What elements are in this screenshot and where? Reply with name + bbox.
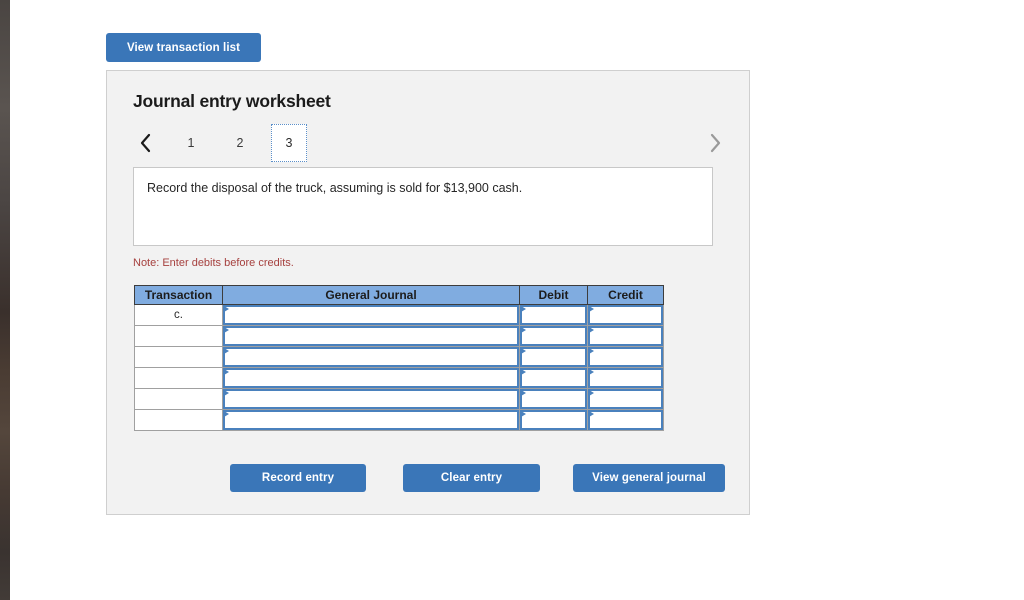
debit-input[interactable] [520, 410, 587, 430]
chevron-right-icon[interactable] [703, 124, 727, 162]
column-header-credit: Credit [587, 285, 664, 305]
cell-marker-triangle-icon [589, 369, 594, 375]
credit-input[interactable] [588, 368, 663, 388]
transaction-cell: c. [134, 304, 223, 326]
transaction-cell [134, 346, 223, 368]
cell-marker-triangle-icon [224, 306, 229, 312]
cell-marker-triangle-icon [589, 390, 594, 396]
table-header-row: Transaction General Journal Debit Credit [134, 285, 664, 305]
instruction-text: Record the disposal of the truck, assumi… [147, 181, 523, 195]
debit-input[interactable] [520, 389, 587, 409]
debit-cell [519, 388, 588, 410]
credit-input[interactable] [588, 389, 663, 409]
credit-cell [587, 409, 664, 431]
worksheet-tab-3[interactable]: 3 [271, 124, 307, 162]
journal-entry-table: Transaction General Journal Debit Credit… [134, 285, 664, 431]
table-row [134, 367, 664, 389]
cell-marker-triangle-icon [521, 390, 526, 396]
screenshot-left-edge-strip [0, 0, 10, 600]
worksheet-pager: 1 2 3 [133, 124, 725, 164]
debits-before-credits-note: Note: Enter debits before credits. [133, 257, 294, 269]
cell-marker-triangle-icon [224, 369, 229, 375]
worksheet-tab-1[interactable]: 1 [173, 124, 209, 162]
debit-cell [519, 304, 588, 326]
credit-cell [587, 325, 664, 347]
cell-marker-triangle-icon [589, 348, 594, 354]
debit-input[interactable] [520, 347, 587, 367]
credit-input[interactable] [588, 305, 663, 325]
page-canvas: View transaction list Journal entry work… [10, 0, 1024, 600]
general-journal-input[interactable] [223, 410, 519, 430]
column-header-debit: Debit [519, 285, 588, 305]
general-journal-cell [222, 388, 520, 410]
credit-cell [587, 346, 664, 368]
cell-marker-triangle-icon [521, 327, 526, 333]
instruction-box: Record the disposal of the truck, assumi… [133, 167, 713, 246]
table-row [134, 325, 664, 347]
credit-cell [587, 304, 664, 326]
table-row [134, 409, 664, 431]
cell-marker-triangle-icon [521, 369, 526, 375]
page-title: Journal entry worksheet [133, 91, 331, 111]
worksheet-tab-label: 1 [187, 136, 195, 150]
credit-cell [587, 367, 664, 389]
transaction-cell [134, 325, 223, 347]
transaction-cell [134, 409, 223, 431]
table-row: c. [134, 304, 664, 326]
worksheet-tabs: 1 2 3 [173, 124, 320, 162]
general-journal-cell [222, 325, 520, 347]
debit-cell [519, 367, 588, 389]
general-journal-cell [222, 304, 520, 326]
cell-marker-triangle-icon [589, 306, 594, 312]
cell-marker-triangle-icon [521, 411, 526, 417]
general-journal-input[interactable] [223, 305, 519, 325]
worksheet-tab-2[interactable]: 2 [222, 124, 258, 162]
worksheet-tab-label: 3 [285, 136, 293, 150]
general-journal-input[interactable] [223, 347, 519, 367]
cell-marker-triangle-icon [521, 348, 526, 354]
cell-marker-triangle-icon [224, 327, 229, 333]
chevron-left-icon[interactable] [133, 124, 157, 162]
cell-marker-triangle-icon [224, 390, 229, 396]
clear-entry-button[interactable]: Clear entry [403, 464, 540, 492]
debit-cell [519, 409, 588, 431]
debit-cell [519, 346, 588, 368]
worksheet-tab-label: 2 [236, 136, 244, 150]
debit-input[interactable] [520, 305, 587, 325]
transaction-cell [134, 388, 223, 410]
general-journal-input[interactable] [223, 368, 519, 388]
table-row [134, 388, 664, 410]
journal-entry-worksheet-card: Journal entry worksheet 1 2 3 Record the… [106, 70, 750, 515]
general-journal-cell [222, 367, 520, 389]
cell-marker-triangle-icon [224, 348, 229, 354]
table-row [134, 346, 664, 368]
credit-input[interactable] [588, 410, 663, 430]
debit-input[interactable] [520, 326, 587, 346]
cell-marker-triangle-icon [521, 306, 526, 312]
credit-input[interactable] [588, 326, 663, 346]
debit-cell [519, 325, 588, 347]
general-journal-cell [222, 409, 520, 431]
cell-marker-triangle-icon [224, 411, 229, 417]
debit-input[interactable] [520, 368, 587, 388]
column-header-general-journal: General Journal [222, 285, 520, 305]
credit-cell [587, 388, 664, 410]
general-journal-input[interactable] [223, 389, 519, 409]
credit-input[interactable] [588, 347, 663, 367]
view-transaction-list-button[interactable]: View transaction list [106, 33, 261, 62]
record-entry-button[interactable]: Record entry [230, 464, 366, 492]
cell-marker-triangle-icon [589, 327, 594, 333]
column-header-transaction: Transaction [134, 285, 223, 305]
view-general-journal-button[interactable]: View general journal [573, 464, 725, 492]
general-journal-cell [222, 346, 520, 368]
transaction-cell [134, 367, 223, 389]
general-journal-input[interactable] [223, 326, 519, 346]
cell-marker-triangle-icon [589, 411, 594, 417]
